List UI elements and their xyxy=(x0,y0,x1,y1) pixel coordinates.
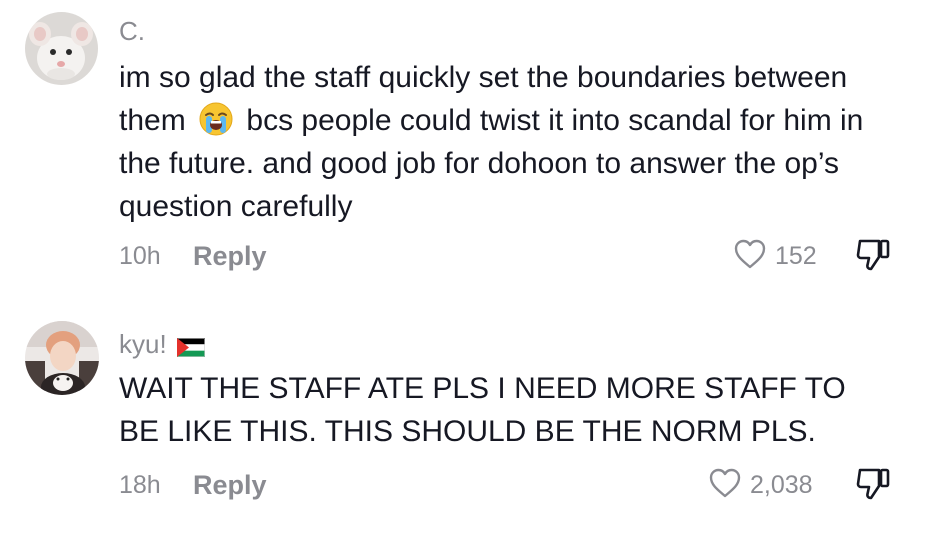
comment-item: kyu! WAIT THE STAFF ATE PLS I NEED MORE … xyxy=(0,300,925,539)
username-text[interactable]: kyu! xyxy=(119,331,167,357)
dislike-button[interactable] xyxy=(855,467,891,506)
username-text[interactable]: C. xyxy=(119,18,145,44)
like-button[interactable]: 152 xyxy=(733,238,817,275)
avatar[interactable] xyxy=(25,12,98,85)
dislike-button[interactable] xyxy=(855,238,891,277)
comment-text: WAIT THE STAFF ATE PLS I NEED MORE STAFF… xyxy=(119,372,846,448)
like-button[interactable]: 2,038 xyxy=(708,467,813,504)
avatar[interactable] xyxy=(25,321,99,395)
loudly-crying-face-icon xyxy=(198,101,234,137)
heart-icon xyxy=(733,238,767,275)
timestamp: 10h xyxy=(119,242,161,270)
thumbs-down-icon xyxy=(855,468,891,505)
reply-button[interactable]: Reply xyxy=(193,472,267,499)
like-count: 2,038 xyxy=(750,471,813,499)
comment-text: im so glad the staff quickly set the bou… xyxy=(119,61,864,223)
like-count: 152 xyxy=(775,242,817,270)
username[interactable]: C. xyxy=(119,18,145,44)
username[interactable]: kyu! xyxy=(119,331,205,357)
palestine-flag-icon xyxy=(176,335,205,357)
comment-item: C. im so glad the staff quickly set the … xyxy=(0,0,925,300)
timestamp: 18h xyxy=(119,471,161,499)
thumbs-down-icon xyxy=(855,239,891,276)
heart-icon xyxy=(708,467,742,504)
reply-button[interactable]: Reply xyxy=(193,243,267,270)
